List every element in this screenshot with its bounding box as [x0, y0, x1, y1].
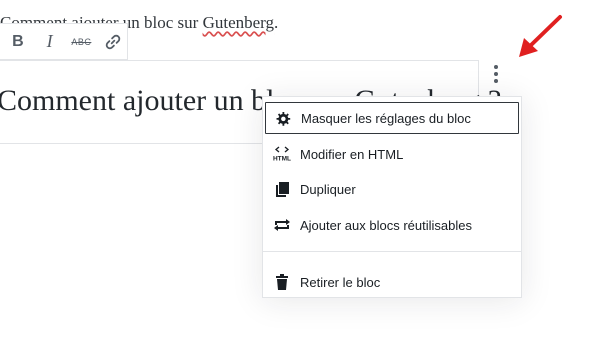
block-settings-menu: Masquer les réglages du bloc HTML Modifi… — [262, 96, 522, 298]
menu-item-add-reusable[interactable]: Ajouter aux blocs réutilisables — [265, 209, 519, 241]
misspelled-word: Gutenberg — [202, 13, 275, 32]
menu-item-label: Retirer le bloc — [300, 274, 381, 290]
menu-separator — [263, 251, 521, 252]
format-toolbar: B I ABC — [0, 23, 128, 60]
link-icon — [105, 34, 121, 49]
ellipsis-dot — [494, 79, 498, 83]
html-icon: HTML — [270, 142, 294, 166]
menu-item-label: Masquer les réglages du bloc — [301, 110, 471, 126]
bold-button[interactable]: B — [4, 27, 32, 57]
copy-icon — [270, 177, 294, 201]
menu-item-label: Dupliquer — [300, 181, 356, 197]
svg-text:HTML: HTML — [273, 156, 291, 163]
menu-item-edit-html[interactable]: HTML Modifier en HTML — [265, 138, 519, 170]
more-options-button[interactable] — [484, 60, 508, 88]
annotation-arrow-icon — [519, 15, 562, 57]
reusable-icon — [270, 213, 294, 237]
ellipsis-dot — [494, 65, 498, 69]
paragraph-suffix: . — [274, 13, 279, 32]
ellipsis-dot — [494, 72, 498, 76]
gear-icon — [271, 106, 295, 130]
menu-item-label: Modifier en HTML — [300, 146, 404, 162]
link-button[interactable] — [99, 27, 127, 57]
italic-button[interactable]: I — [36, 27, 64, 57]
menu-item-duplicate[interactable]: Dupliquer — [265, 173, 519, 205]
menu-item-hide-settings[interactable]: Masquer les réglages du bloc — [265, 102, 519, 134]
menu-item-label: Ajouter aux blocs réutilisables — [300, 217, 472, 233]
menu-item-remove-block[interactable]: Retirer le bloc — [265, 266, 519, 298]
strikethrough-button[interactable]: ABC — [68, 27, 96, 57]
trash-icon — [270, 270, 294, 294]
